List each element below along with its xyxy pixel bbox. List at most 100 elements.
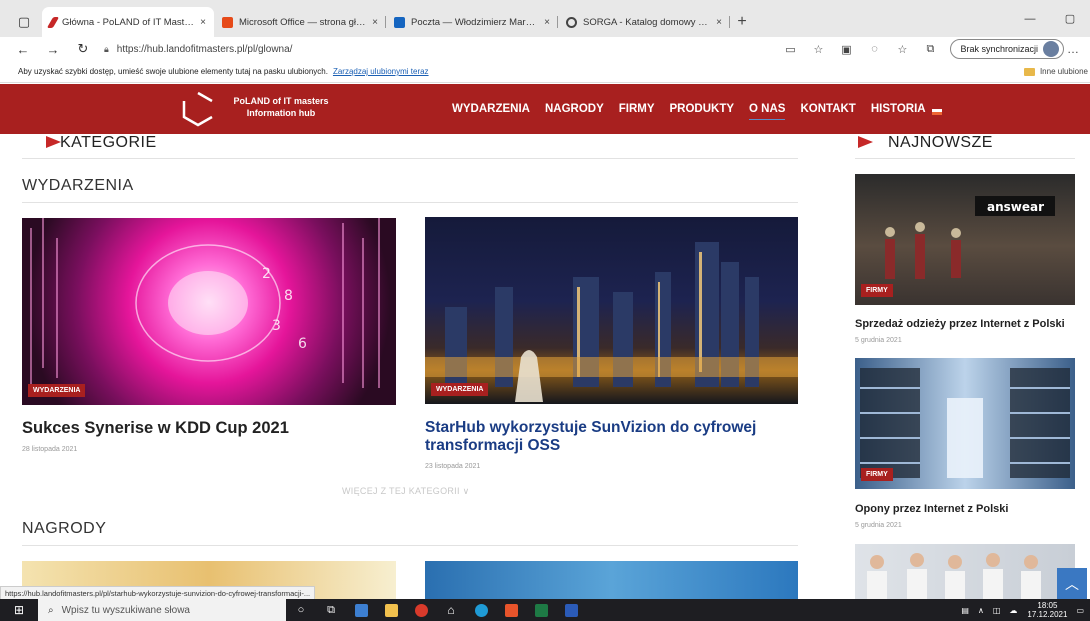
red-pen-icon [46, 16, 60, 28]
tab-poczta[interactable]: Poczta — Włodzimierz Marciński × [386, 7, 558, 37]
notification-icon[interactable]: ▭ [1076, 606, 1084, 615]
sidebar-image[interactable]: FIRMY [855, 358, 1075, 489]
network-icon[interactable]: ◫ [993, 606, 1001, 615]
sync-label: Brak synchronizacji [960, 44, 1038, 54]
category-badge[interactable]: FIRMY [861, 284, 893, 297]
sidebar-title[interactable]: Opony przez Internet z Polski [855, 503, 1075, 515]
favorites-hint: Aby uzyskać szybki dostęp, umieść swoje … [18, 67, 328, 76]
section-title-nagrody: NAGRODY [22, 520, 107, 537]
home-icon[interactable]: ⌂ [436, 599, 466, 621]
browser-tab-bar: ▢ Główna - PoLAND of IT Masters × Micros… [0, 0, 1090, 37]
category-badge[interactable]: WYDARZENIA [431, 383, 489, 396]
sidebar-image[interactable] [855, 544, 1075, 599]
divider [22, 202, 798, 203]
chevron-up-icon[interactable]: ∧ [978, 606, 984, 615]
circle-icon [566, 16, 577, 28]
polish-flag-icon[interactable] [932, 109, 942, 115]
edge-icon[interactable] [466, 599, 496, 621]
close-tab-icon[interactable]: × [544, 17, 550, 28]
tab-title: Microsoft Office — strona główn [239, 16, 367, 28]
system-tray: ▤ ∧ ◫ ☁ 18:05 17.12.2021 ▭ [952, 601, 1090, 619]
sidebar-image[interactable]: answear FIRMY [855, 174, 1075, 305]
tab-title: Główna - PoLAND of IT Masters [62, 16, 195, 28]
word-icon[interactable] [556, 599, 586, 621]
tab-actions-icon[interactable]: ▢ [6, 7, 42, 37]
reader-view-icon[interactable]: ▭ [776, 43, 804, 56]
forward-icon[interactable]: → [38, 42, 68, 57]
categories-heading: KATEGORIE [60, 134, 157, 151]
article-title[interactable]: StarHub wykorzystuje SunVizion do cyfrow… [425, 419, 798, 455]
other-favorites[interactable]: Inne ulubione [1023, 67, 1090, 76]
article-title[interactable]: Sukces Synerise w KDD Cup 2021 [22, 419, 396, 438]
menu-item-historia[interactable]: HISTORIA [871, 103, 926, 115]
excel-icon[interactable] [526, 599, 556, 621]
logo-icon[interactable] [181, 90, 215, 128]
close-tab-icon[interactable]: × [200, 17, 206, 28]
category-badge[interactable]: FIRMY [861, 468, 893, 481]
svg-text:2: 2 [262, 266, 271, 282]
article-image[interactable] [425, 561, 798, 599]
menu-item-nagrody[interactable]: NAGRODY [545, 103, 604, 115]
favorites-icon[interactable]: ☆ [888, 43, 916, 56]
digital-brain-image: 283 6 [30, 218, 380, 388]
chevron-up-icon: ︿ [1065, 576, 1079, 592]
divider [855, 158, 1075, 159]
chrome-icon[interactable] [406, 599, 436, 621]
close-tab-icon[interactable]: × [372, 17, 378, 28]
tab-glowna[interactable]: Główna - PoLAND of IT Masters × [42, 7, 214, 37]
window-controls: — ▢ [1010, 0, 1090, 37]
minimize-icon[interactable]: — [1010, 13, 1050, 25]
other-favorites-label: Inne ulubione [1039, 67, 1088, 76]
svg-text:3: 3 [272, 318, 281, 334]
app-icon[interactable] [346, 599, 376, 621]
city-skyline-image [425, 242, 798, 402]
circle-extension-icon[interactable]: ◌ [860, 43, 888, 55]
svg-text:8: 8 [284, 288, 293, 304]
brand-line-2: Information hub [246, 108, 316, 118]
taskbar-search[interactable]: ⌕ Wpisz tu wyszukiwane słowa [38, 599, 286, 621]
keyboard-icon[interactable]: ▤ [961, 606, 969, 615]
section-title-wydarzenia: WYDARZENIA [22, 177, 134, 194]
file-explorer-icon[interactable] [376, 599, 406, 621]
windows-taskbar: ⊞ ⌕ Wpisz tu wyszukiwane słowa ○ ⧉ ⌂ ▤ ∧… [0, 599, 1090, 621]
sync-button[interactable]: Brak synchronizacji [950, 39, 1064, 59]
folder-icon [1023, 67, 1035, 76]
menu-item-wydarzenia[interactable]: WYDARZENIA [452, 103, 530, 115]
main-menu: WYDARZENIA NAGRODY FIRMY PRODUKTY O NAS … [452, 103, 941, 120]
favorite-star-icon[interactable]: ☆ [804, 43, 832, 56]
menu-item-o-nas[interactable]: O NAS [749, 103, 786, 120]
windows-start-icon[interactable]: ⊞ [0, 603, 38, 617]
more-from-category-link[interactable]: WIĘCEJ Z TEJ KATEGORII ∨ [342, 486, 469, 497]
article-image[interactable]: 283 6 WYDARZENIA [22, 218, 396, 405]
site-brand[interactable]: PoLAND of IT masters Information hub [221, 95, 341, 119]
more-icon[interactable]: … [1064, 42, 1082, 56]
back-icon[interactable]: ← [8, 42, 38, 57]
brand-line-1: PoLAND of IT masters [233, 96, 329, 106]
new-tab-button[interactable]: + [730, 7, 754, 37]
menu-item-firmy[interactable]: FIRMY [619, 103, 655, 115]
mail-icon [394, 16, 405, 28]
scroll-to-top-button[interactable]: ︿ [1057, 568, 1087, 600]
refresh-icon[interactable]: ↻ [68, 41, 98, 57]
tab-sorga[interactable]: SORGA - Katalog domowy - ... × [558, 7, 730, 37]
category-badge[interactable]: WYDARZENIA [28, 384, 86, 397]
cortana-icon[interactable]: ○ [286, 599, 316, 621]
collections-icon[interactable]: ⧉ [916, 43, 944, 56]
office-app-icon[interactable] [496, 599, 526, 621]
clock[interactable]: 18:05 17.12.2021 [1027, 601, 1067, 619]
sidebar-title[interactable]: Sprzedaż odzieży przez Internet z Polski [855, 318, 1075, 330]
extension-icon[interactable]: ▣ [832, 43, 860, 56]
maximize-icon[interactable]: ▢ [1050, 12, 1090, 25]
article-image[interactable]: WYDARZENIA [425, 217, 798, 404]
tab-title: Poczta — Włodzimierz Marciński [411, 16, 539, 28]
tab-title: SORGA - Katalog domowy - ... [583, 16, 711, 28]
taskbar-search-placeholder: Wpisz tu wyszukiwane słowa [61, 604, 190, 616]
close-tab-icon[interactable]: × [716, 17, 722, 28]
menu-item-kontakt[interactable]: KONTAKT [800, 103, 855, 115]
manage-favorites-link[interactable]: Zarządzaj ulubionymi teraz [333, 67, 429, 76]
cloud-icon[interactable]: ☁ [1009, 606, 1017, 615]
menu-item-produkty[interactable]: PRODUKTY [670, 103, 735, 115]
tab-office[interactable]: Microsoft Office — strona główn × [214, 7, 386, 37]
url-field[interactable]: 🔒︎ https://hub.landofitmasters.pl/pl/glo… [104, 44, 744, 55]
task-view-icon[interactable]: ⧉ [316, 599, 346, 621]
